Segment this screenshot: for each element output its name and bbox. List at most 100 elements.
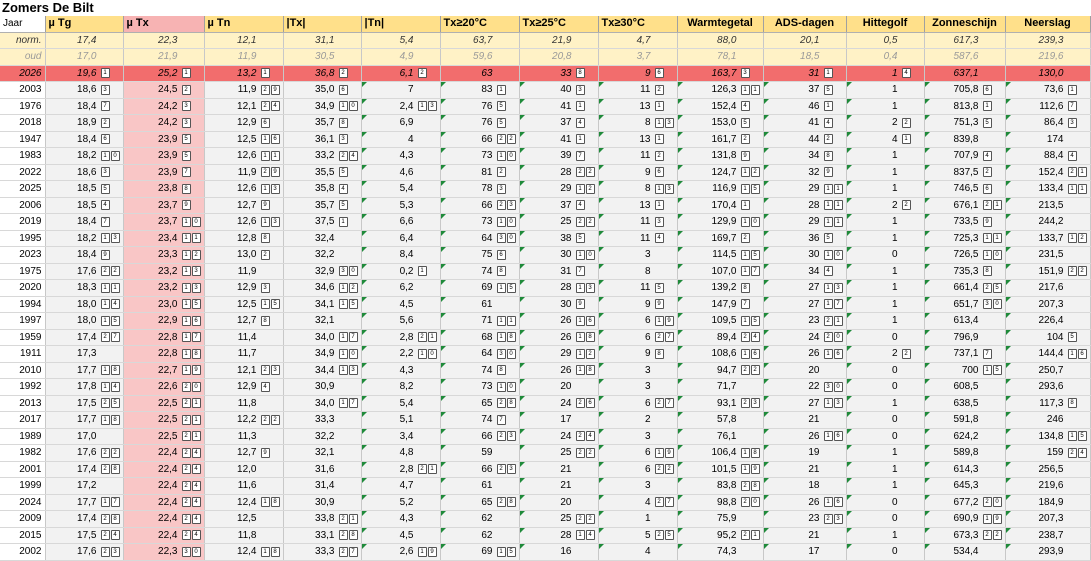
- value-cell[interactable]: 11,6: [204, 477, 284, 495]
- value-cell[interactable]: 32,2: [283, 246, 362, 264]
- value-cell[interactable]: 22,4 2 4: [123, 461, 205, 478]
- value-cell[interactable]: 22,4 2 4: [123, 527, 205, 544]
- header-mu-tg[interactable]: µ Tg: [45, 16, 124, 33]
- value-cell[interactable]: 587,6: [924, 48, 1006, 66]
- value-cell[interactable]: 18,6 3: [45, 164, 124, 181]
- value-cell[interactable]: 11 5: [598, 279, 678, 297]
- value-cell[interactable]: 37 4: [519, 197, 599, 214]
- value-cell[interactable]: 4,5: [361, 527, 441, 544]
- value-cell[interactable]: 637,1: [924, 65, 1006, 82]
- value-cell[interactable]: 20: [519, 494, 599, 511]
- value-cell[interactable]: 33,2 2 4: [283, 147, 362, 165]
- header-tx25[interactable]: Tx≥25°C: [519, 16, 599, 33]
- value-cell[interactable]: 69 1 5: [440, 543, 520, 561]
- value-cell[interactable]: 12,7 9: [204, 444, 284, 462]
- value-cell[interactable]: 3,7: [598, 48, 678, 66]
- year-cell[interactable]: 1982: [0, 444, 46, 462]
- value-cell[interactable]: 12,0: [204, 461, 284, 478]
- value-cell[interactable]: 3: [598, 477, 678, 495]
- value-cell[interactable]: 75,9: [677, 510, 764, 528]
- year-cell[interactable]: 1947: [0, 131, 46, 148]
- value-cell[interactable]: 32,2: [283, 428, 362, 445]
- value-cell[interactable]: 62: [440, 510, 520, 528]
- value-cell[interactable]: 0,5: [846, 32, 925, 49]
- value-cell[interactable]: 17,4 2 8: [45, 461, 124, 478]
- value-cell[interactable]: 34 4: [763, 263, 847, 280]
- value-cell[interactable]: 18,2 1 0: [45, 147, 124, 165]
- value-cell[interactable]: 17,7 1 7: [45, 494, 124, 511]
- value-cell[interactable]: 31 1: [763, 65, 847, 82]
- value-cell[interactable]: 12,9 3: [204, 279, 284, 297]
- value-cell[interactable]: 163,7 3: [677, 65, 764, 82]
- value-cell[interactable]: 5,3: [361, 197, 441, 214]
- year-cell[interactable]: 2015: [0, 527, 46, 544]
- value-cell[interactable]: 11 2: [598, 81, 678, 99]
- year-cell[interactable]: 2002: [0, 543, 46, 561]
- value-cell[interactable]: 74 8: [440, 263, 520, 280]
- value-cell[interactable]: 144,4 1 6: [1005, 345, 1091, 363]
- value-cell[interactable]: 26 1 6: [519, 312, 599, 330]
- value-cell[interactable]: 24 2 4: [519, 428, 599, 445]
- value-cell[interactable]: 31,1: [283, 32, 362, 49]
- value-cell[interactable]: 624,2: [924, 428, 1006, 445]
- value-cell[interactable]: 73 1 0: [440, 147, 520, 165]
- value-cell[interactable]: 21,9: [519, 32, 599, 49]
- value-cell[interactable]: 813,8 1: [924, 98, 1006, 115]
- value-cell[interactable]: 21: [519, 477, 599, 495]
- value-cell[interactable]: 1: [846, 477, 925, 495]
- value-cell[interactable]: 22,9 1 6: [123, 312, 205, 330]
- year-cell[interactable]: 2020: [0, 279, 46, 297]
- value-cell[interactable]: 627: [598, 395, 678, 412]
- value-cell[interactable]: 28 1 1: [763, 197, 847, 214]
- year-cell[interactable]: 1994: [0, 296, 46, 313]
- value-cell[interactable]: 8,4: [361, 246, 441, 264]
- header-jaar[interactable]: Jaar: [0, 16, 46, 33]
- value-cell[interactable]: 6,4: [361, 230, 441, 247]
- value-cell[interactable]: 17,0: [45, 428, 124, 445]
- value-cell[interactable]: 59,6: [440, 48, 520, 66]
- header-warmtegetal[interactable]: Warmtegetal: [677, 16, 764, 33]
- value-cell[interactable]: 23,8 8: [123, 180, 205, 198]
- value-cell[interactable]: 75 6: [440, 246, 520, 264]
- value-cell[interactable]: 29 1 1: [763, 180, 847, 198]
- value-cell[interactable]: 246: [1005, 411, 1091, 429]
- value-cell[interactable]: 73 1 0: [440, 213, 520, 231]
- value-cell[interactable]: 21: [519, 461, 599, 478]
- value-cell[interactable]: 25 2 2: [519, 510, 599, 528]
- value-cell[interactable]: 107,0 1 7: [677, 263, 764, 280]
- value-cell[interactable]: 13 1: [598, 197, 678, 214]
- value-cell[interactable]: 226,4: [1005, 312, 1091, 330]
- year-cell[interactable]: 2018: [0, 114, 46, 132]
- value-cell[interactable]: 17,0: [45, 48, 124, 66]
- value-cell[interactable]: 3: [598, 246, 678, 264]
- value-cell[interactable]: 17,6 2 2: [45, 444, 124, 462]
- value-cell[interactable]: 3: [598, 378, 678, 396]
- value-cell[interactable]: 0: [846, 246, 925, 264]
- value-cell[interactable]: 37 4: [519, 114, 599, 132]
- value-cell[interactable]: 26 1 8: [519, 329, 599, 346]
- value-cell[interactable]: 11 4: [598, 230, 678, 247]
- value-cell[interactable]: 61: [440, 296, 520, 313]
- year-cell[interactable]: 2019: [0, 213, 46, 231]
- year-cell[interactable]: 2017: [0, 411, 46, 429]
- value-cell[interactable]: 116,9 1 5: [677, 180, 764, 198]
- value-cell[interactable]: 12,1 2 3: [204, 362, 284, 379]
- value-cell[interactable]: 0,2 1: [361, 263, 441, 280]
- value-cell[interactable]: 35,8 4: [283, 180, 362, 198]
- value-cell[interactable]: 11,8: [204, 395, 284, 412]
- value-cell[interactable]: 83,8 2 8: [677, 477, 764, 495]
- value-cell[interactable]: 11,9 2 9: [204, 164, 284, 181]
- value-cell[interactable]: 11,8: [204, 527, 284, 544]
- value-cell[interactable]: 4,6: [361, 164, 441, 181]
- value-cell[interactable]: 231,5: [1005, 246, 1091, 264]
- value-cell[interactable]: 23 2 1: [763, 312, 847, 330]
- year-cell[interactable]: norm.: [0, 32, 46, 49]
- value-cell[interactable]: 21: [763, 411, 847, 429]
- value-cell[interactable]: 17,6 2 2: [45, 263, 124, 280]
- header-ads-dagen[interactable]: ADS-dagen: [763, 16, 847, 33]
- value-cell[interactable]: 17,5 2 4: [45, 527, 124, 544]
- value-cell[interactable]: 13,0 2: [204, 246, 284, 264]
- value-cell[interactable]: 8,2: [361, 378, 441, 396]
- year-cell[interactable]: 2006: [0, 197, 46, 214]
- value-cell[interactable]: 0: [846, 378, 925, 396]
